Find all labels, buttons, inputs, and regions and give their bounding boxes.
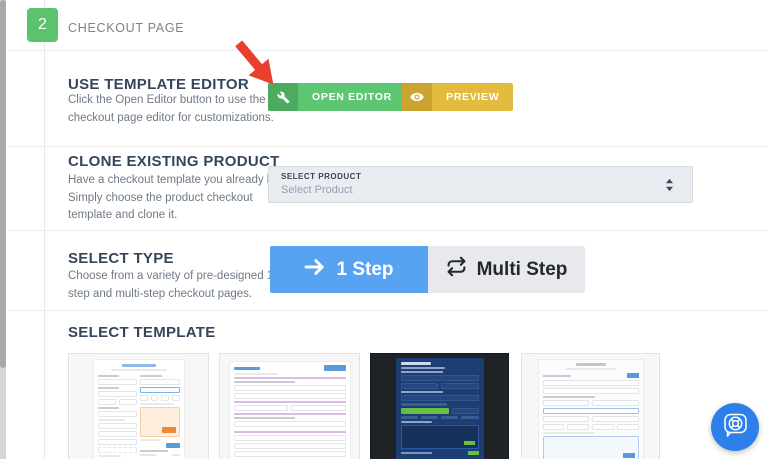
repeat-icon: [446, 256, 467, 283]
select-type-description: Choose from a variety of pre-designed 1-…: [68, 268, 277, 303]
template-editor-heading: USE TEMPLATE EDITOR: [68, 76, 249, 93]
preview-label: PREVIEW: [446, 91, 500, 103]
section-divider: [6, 310, 768, 311]
template-2-preview: [228, 361, 351, 459]
description-line: step and multi-step checkout pages.: [68, 287, 253, 300]
description-line: Choose from a variety of pre-designed 1-: [68, 270, 278, 282]
section-divider: [6, 50, 768, 51]
description-line: checkout page editor for customizations.: [68, 111, 274, 124]
red-pointer-arrow: [235, 40, 274, 85]
right-arrow-icon: [304, 258, 326, 282]
description-line: Click the Open Editor button to use the …: [68, 94, 284, 106]
select-product-placeholder: Select Product: [281, 184, 353, 196]
description-line: Simply choose the product checkout: [68, 191, 253, 204]
open-editor-button[interactable]: OPEN EDITOR: [268, 83, 406, 111]
step-number-badge: 2: [27, 8, 58, 42]
help-widget-button[interactable]: [711, 403, 759, 451]
select-product-label: SELECT PRODUCT: [281, 172, 362, 181]
template-thumbnail-3[interactable]: [370, 353, 509, 459]
lifebuoy-chat-icon: [722, 411, 749, 443]
clone-product-heading: CLONE EXISTING PRODUCT: [68, 153, 280, 170]
description-line: Have a checkout template you already lik…: [68, 174, 291, 186]
template-4-preview: [537, 359, 644, 459]
select-type-heading: SELECT TYPE: [68, 250, 174, 267]
clone-product-description: Have a checkout template you already lik…: [68, 172, 290, 225]
template-editor-description: Click the Open Editor button to use the …: [68, 92, 283, 127]
open-editor-label: OPEN EDITOR: [312, 91, 392, 103]
section-divider: [6, 230, 768, 231]
template-3-preview: [395, 358, 484, 459]
template-thumbnail-2[interactable]: [219, 353, 360, 459]
one-step-label: 1 Step: [336, 258, 394, 280]
dropdown-arrows-icon: [665, 178, 674, 197]
eye-icon: [402, 83, 432, 111]
multi-step-label: Multi Step: [476, 258, 568, 280]
template-thumbnail-1[interactable]: [68, 353, 209, 459]
select-product-dropdown[interactable]: SELECT PRODUCT Select Product: [268, 166, 693, 203]
one-step-button[interactable]: 1 Step: [270, 246, 428, 293]
page-title: CHECKOUT PAGE: [68, 21, 185, 35]
multi-step-button[interactable]: Multi Step: [428, 246, 585, 293]
template-thumbnail-4[interactable]: [521, 353, 660, 459]
description-line: template and clone it.: [68, 209, 178, 221]
section-divider: [6, 146, 768, 147]
select-template-heading: SELECT TEMPLATE: [68, 324, 216, 341]
preview-button[interactable]: PREVIEW: [402, 83, 514, 111]
left-scrollbar-thumb[interactable]: [0, 0, 6, 368]
template-1-preview: [92, 359, 185, 459]
